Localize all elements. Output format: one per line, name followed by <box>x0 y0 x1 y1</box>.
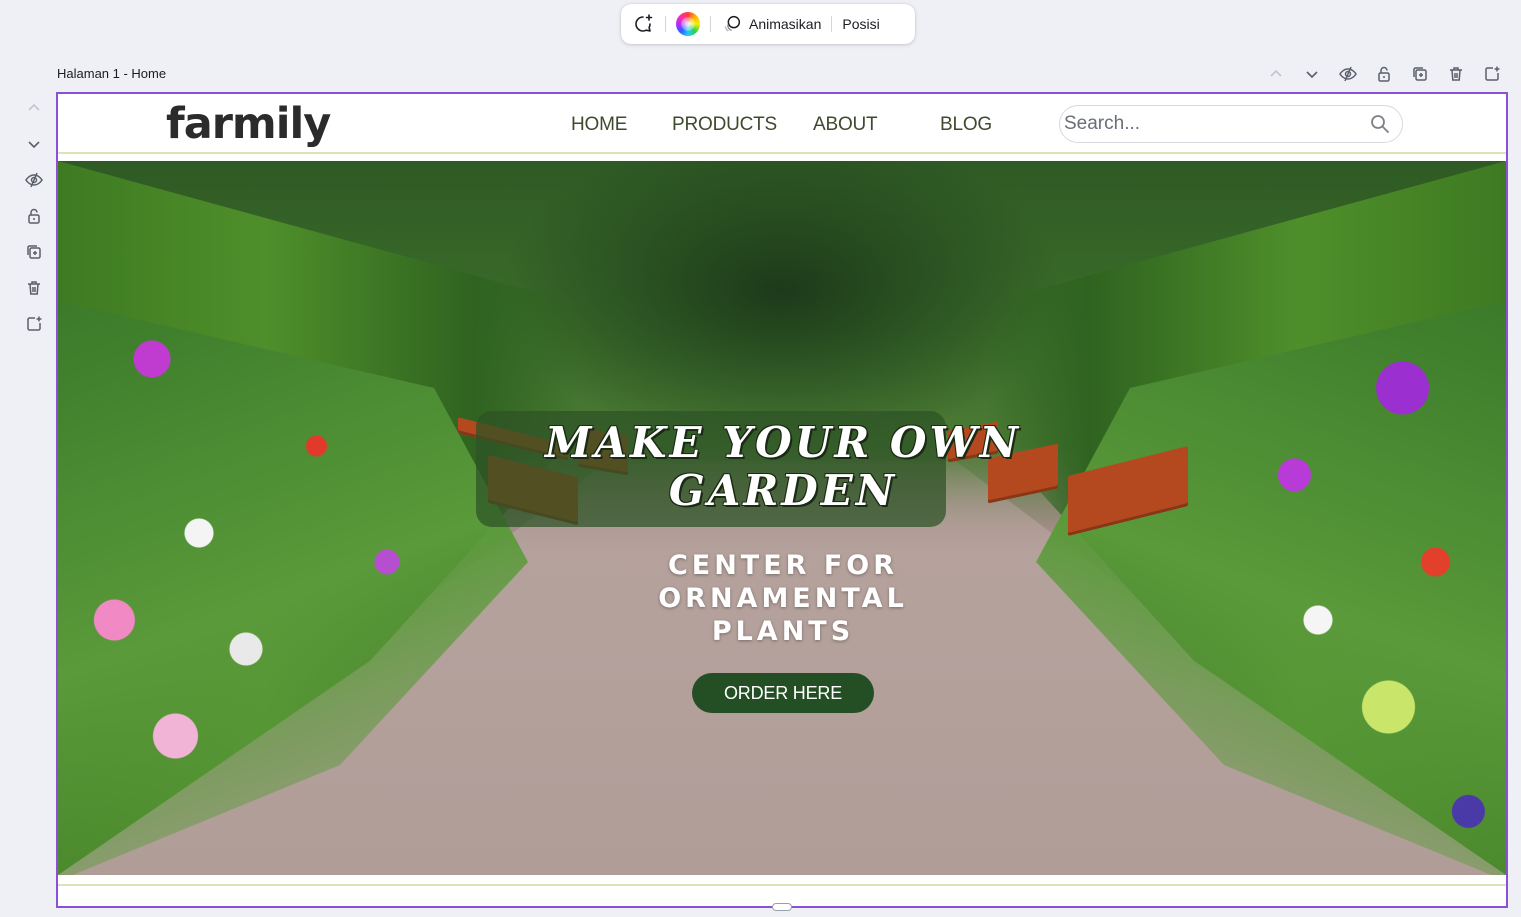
chevron-down-icon <box>28 141 40 149</box>
move-up-button[interactable] <box>22 96 46 120</box>
animate-button[interactable]: Animasikan <box>721 9 821 39</box>
order-here-button[interactable]: ORDER HERE <box>692 673 874 713</box>
position-label: Posisi <box>842 16 880 32</box>
add-page-button[interactable] <box>1480 62 1504 86</box>
page-title: Halaman 1 - Home <box>57 66 167 81</box>
chevron-up-icon <box>28 103 40 111</box>
page-actions-toolbar <box>1264 62 1504 86</box>
position-button[interactable]: Posisi <box>842 9 879 39</box>
hide-button[interactable] <box>22 168 46 192</box>
nav-products[interactable]: PRODUCTS <box>672 114 777 136</box>
add-page-icon <box>27 316 42 331</box>
color-button[interactable] <box>676 9 700 39</box>
site-header: farmily HOME PRODUCTS ABOUT BLOG <box>58 94 1506 154</box>
lock-icon <box>28 208 40 224</box>
toolbar-divider <box>831 16 833 32</box>
add-page-icon <box>1485 66 1500 81</box>
search-icon[interactable] <box>1370 114 1390 134</box>
add-button[interactable] <box>22 312 46 336</box>
delete-page-button[interactable] <box>1444 62 1468 86</box>
hero-image[interactable]: MAKE YOUR OWN GARDEN CENTER FOR ORNAMENT… <box>58 161 1506 875</box>
move-page-up-button[interactable] <box>1264 62 1288 86</box>
move-down-button[interactable] <box>22 132 46 156</box>
duplicate-page-button[interactable] <box>1408 62 1432 86</box>
move-page-down-button[interactable] <box>1300 62 1324 86</box>
search-input[interactable] <box>1064 112 1354 136</box>
nav-blog[interactable]: BLOG <box>940 114 992 136</box>
chevron-down-icon <box>1306 71 1318 79</box>
comment-add-button[interactable] <box>631 9 655 39</box>
element-side-actions <box>22 96 46 336</box>
hero-title[interactable]: MAKE YOUR OWN GARDEN <box>438 419 1128 515</box>
header-divider <box>58 152 1506 154</box>
footer-divider <box>58 884 1506 886</box>
eye-hide-icon <box>1339 66 1357 82</box>
design-page-canvas[interactable]: farmily HOME PRODUCTS ABOUT BLOG MAKE YO <box>56 92 1508 908</box>
duplicate-button[interactable] <box>22 240 46 264</box>
nav-home[interactable]: HOME <box>571 114 627 136</box>
hide-page-button[interactable] <box>1336 62 1360 86</box>
context-toolbar: Animasikan Posisi <box>621 4 915 44</box>
lock-button[interactable] <box>22 204 46 228</box>
page-resize-handle[interactable] <box>772 903 792 911</box>
delete-button[interactable] <box>22 276 46 300</box>
lock-icon <box>1378 66 1390 82</box>
toolbar-divider <box>665 16 666 32</box>
animate-label: Animasikan <box>749 16 822 32</box>
color-wheel-icon <box>676 12 700 36</box>
duplicate-icon <box>1413 67 1427 81</box>
toolbar-divider <box>710 16 711 32</box>
eye-hide-icon <box>25 172 43 188</box>
site-search-box[interactable] <box>1059 105 1403 143</box>
trash-icon <box>28 281 40 295</box>
duplicate-icon <box>27 245 41 259</box>
lock-page-button[interactable] <box>1372 62 1396 86</box>
comment-add-icon <box>635 14 653 32</box>
animate-icon <box>724 15 741 32</box>
chevron-up-icon <box>1270 69 1282 77</box>
trash-icon <box>1450 67 1462 81</box>
nav-about[interactable]: ABOUT <box>813 114 878 136</box>
hero-subtitle[interactable]: CENTER FOR ORNAMENTAL PLANTS <box>624 549 942 648</box>
